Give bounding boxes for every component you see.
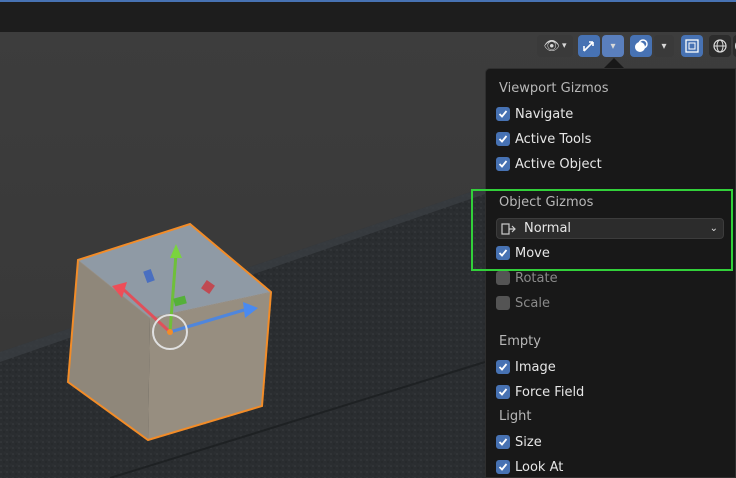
checkbox-checked-icon — [496, 132, 510, 146]
chevron-down-icon: ▾ — [610, 40, 616, 52]
navigate-checkbox[interactable]: Navigate — [496, 104, 573, 124]
look-at-checkbox[interactable]: Look At — [496, 457, 563, 477]
object-gizmos-title: Object Gizmos — [499, 195, 594, 210]
active-tools-checkbox[interactable]: Active Tools — [496, 129, 591, 149]
rotate-checkbox[interactable]: Rotate — [496, 268, 558, 288]
size-checkbox[interactable]: Size — [496, 432, 542, 452]
orientation-select[interactable]: Normal ⌄ — [496, 218, 724, 239]
show-gizmo-toggle[interactable] — [578, 35, 600, 57]
checkbox-checked-icon — [496, 107, 510, 121]
empty-title: Empty — [499, 334, 541, 349]
wireframe-shading-icon — [713, 39, 727, 53]
visibility-selectability-button[interactable]: 👁 ▾ — [537, 34, 573, 58]
checkbox-checked-icon — [496, 360, 510, 374]
checkbox-checked-icon — [496, 385, 510, 399]
chevron-down-icon: ▾ — [661, 40, 667, 52]
chevron-down-icon: ⌄ — [709, 223, 718, 234]
image-checkbox[interactable]: Image — [496, 357, 556, 377]
checkbox-unchecked-icon — [496, 296, 510, 310]
scale-checkbox[interactable]: Scale — [496, 293, 550, 313]
checkbox-checked-icon — [496, 460, 510, 474]
move-checkbox[interactable]: Move — [496, 243, 550, 263]
force-field-checkbox[interactable]: Force Field — [496, 382, 584, 402]
visibility-eye-icon: 👁 — [543, 38, 560, 54]
checkbox-checked-icon — [496, 246, 510, 260]
overlays-dropdown-button[interactable]: ▾ — [654, 35, 674, 57]
xray-icon — [685, 39, 699, 53]
light-title: Light — [499, 409, 532, 424]
active-object-checkbox[interactable]: Active Object — [496, 154, 602, 174]
popover-arrow — [604, 58, 624, 68]
top-header-bar — [0, 0, 736, 32]
viewport-gizmos-title: Viewport Gizmos — [499, 81, 609, 96]
checkbox-checked-icon — [496, 157, 510, 171]
show-overlays-toggle[interactable] — [630, 35, 652, 57]
checkbox-checked-icon — [496, 435, 510, 449]
checkbox-unchecked-icon — [496, 271, 510, 285]
chevron-down-icon: ▾ — [561, 41, 567, 51]
wireframe-shading-button[interactable] — [709, 35, 731, 57]
overlays-icon — [635, 39, 648, 52]
toggle-xray-button[interactable] — [681, 35, 703, 57]
gizmo-dropdown-button[interactable]: ▾ — [602, 35, 624, 57]
gizmo-icon — [583, 41, 594, 52]
orientation-normal-icon — [501, 222, 516, 235]
object-origin-dot — [167, 329, 173, 335]
